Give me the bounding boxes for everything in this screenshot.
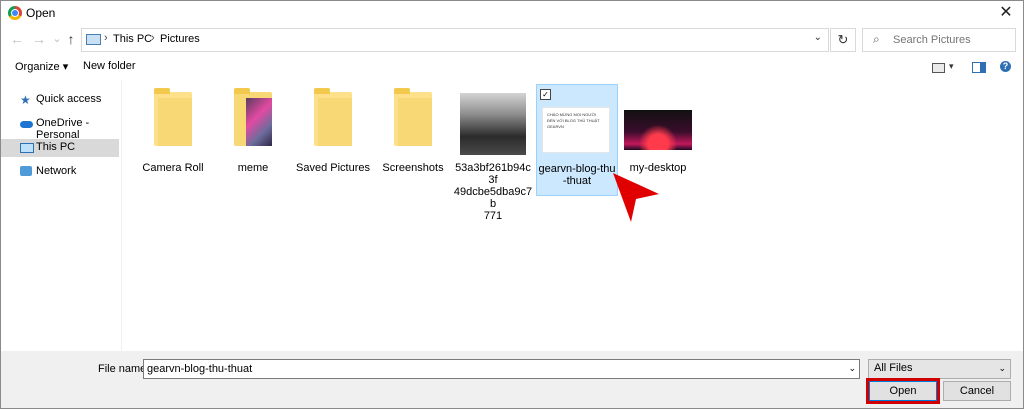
chevron-down-icon[interactable]: ⌄ — [848, 363, 856, 374]
chrome-icon — [8, 6, 22, 20]
sidebar-item-label: Network — [36, 165, 77, 177]
breadcrumb-pictures[interactable]: Pictures — [160, 33, 200, 45]
star-icon: ★ — [20, 93, 31, 107]
open-dialog: Open ✕ ← → ⌄ ↑ › This PC › Pictures ⌄ ↻ … — [0, 0, 1024, 409]
file-item-screenshots[interactable]: Screenshots — [373, 84, 453, 194]
chevron-down-icon[interactable]: ⌄ — [998, 363, 1006, 374]
sidebar-item-onedrive[interactable]: OneDrive - Personal — [1, 115, 119, 141]
dialog-footer: File name: ⌄ All Files ⌄ Open Cancel — [1, 351, 1023, 408]
dialog-title: Open — [26, 6, 56, 20]
file-name: Screenshots — [382, 162, 444, 174]
sidebar-item-this-pc[interactable]: This PC — [1, 139, 119, 157]
file-item-camera-roll[interactable]: Camera Roll — [133, 84, 213, 194]
sidebar-item-network[interactable]: Network — [1, 163, 119, 181]
open-button[interactable]: Open — [869, 381, 937, 401]
cancel-button[interactable]: Cancel — [943, 381, 1011, 401]
computer-icon — [20, 143, 34, 153]
search-icon: ⌕ — [873, 32, 880, 46]
file-list: Camera Roll meme Saved Pictures Screensh… — [122, 80, 1022, 351]
preview-pane-icon[interactable] — [972, 62, 986, 73]
new-folder-button[interactable]: New folder — [83, 60, 136, 72]
checkbox-checked-icon[interactable]: ✓ — [540, 89, 551, 100]
breadcrumb-separator[interactable]: › — [151, 32, 155, 44]
image-thumbnail: CHÀO MỪNG MỌI NGƯỜI ĐẾN VỚI BLOG THỦ THU… — [542, 107, 610, 153]
view-icon[interactable] — [932, 63, 945, 73]
network-icon — [20, 166, 32, 176]
file-name-label: File name: — [98, 363, 150, 375]
file-name: Camera Roll — [142, 162, 204, 174]
folder-preview-image — [246, 98, 272, 146]
close-button[interactable]: ✕ — [995, 3, 1017, 23]
image-thumbnail — [460, 93, 526, 155]
address-bar[interactable]: › This PC › Pictures ⌄ — [81, 28, 829, 52]
file-type-value: All Files — [874, 362, 913, 374]
up-button[interactable]: ↑ — [62, 30, 80, 48]
breadcrumb-this-pc[interactable]: This PC — [113, 33, 152, 45]
title-bar: Open ✕ — [1, 1, 1023, 25]
search-box[interactable]: ⌕ — [862, 28, 1016, 52]
image-thumbnail — [624, 110, 692, 150]
help-icon[interactable]: ? — [1000, 61, 1011, 72]
back-button[interactable]: ← — [8, 30, 26, 48]
sidebar-item-label: OneDrive - Personal — [36, 117, 90, 141]
command-bar: Organize ▾ New folder ▾ ? — [1, 56, 1023, 78]
file-item-image-53a3bf[interactable]: 53a3bf261b94c3f 49dcbe5dba9c7b 771 — [453, 84, 533, 222]
search-input[interactable] — [891, 31, 1013, 49]
pointer-arrow-icon — [613, 173, 659, 222]
cloud-icon — [20, 121, 33, 128]
file-name: 53a3bf261b94c3f 49dcbe5dba9c7b 771 — [453, 162, 533, 222]
file-name-input[interactable] — [147, 362, 837, 376]
file-item-gearvn-blog-thu-thuat[interactable]: ✓ CHÀO MỪNG MỌI NGƯỜI ĐẾN VỚI BLOG THỦ T… — [536, 84, 618, 196]
navigation-pane: ★ Quick access OneDrive - Personal This … — [1, 80, 122, 351]
address-row: ← → ⌄ ↑ › This PC › Pictures ⌄ ↻ ⌕ — [1, 27, 1023, 53]
sidebar-item-label: Quick access — [36, 93, 102, 105]
folder-icon — [314, 88, 352, 146]
file-type-select[interactable]: All Files ⌄ — [868, 359, 1011, 379]
sidebar-item-quick-access[interactable]: ★ Quick access — [1, 91, 119, 109]
forward-button[interactable]: → — [30, 30, 48, 48]
organize-menu[interactable]: Organize ▾ — [15, 60, 68, 73]
folder-icon — [394, 88, 432, 146]
file-name: gearvn-blog-thu -thuat — [538, 163, 616, 187]
chevron-down-icon[interactable]: ⌄ — [814, 32, 822, 43]
folder-icon — [154, 88, 192, 146]
sidebar-item-label: This PC — [36, 141, 76, 153]
refresh-button[interactable]: ↻ — [830, 28, 856, 52]
file-name-field[interactable]: ⌄ — [143, 359, 860, 379]
thumbnail-text: CHÀO MỪNG MỌI NGƯỜI ĐẾN VỚI BLOG THỦ THU… — [547, 112, 600, 129]
this-pc-icon — [86, 34, 101, 45]
file-item-meme[interactable]: meme — [213, 84, 293, 194]
file-item-saved-pictures[interactable]: Saved Pictures — [293, 84, 373, 194]
file-name: Saved Pictures — [296, 162, 370, 174]
chevron-down-icon[interactable]: ▾ — [949, 61, 954, 72]
file-name: meme — [237, 162, 269, 174]
breadcrumb-separator[interactable]: › — [104, 32, 108, 44]
